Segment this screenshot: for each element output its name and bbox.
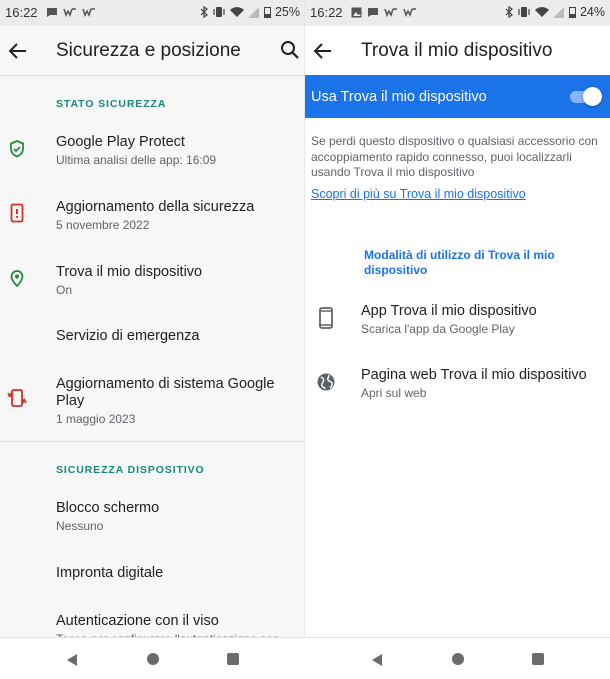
option-subtitle: Scarica l'app da Google Play — [361, 322, 515, 336]
list-item-google-play-protect[interactable]: Google Play Protect Ultima analisi delle… — [0, 124, 305, 182]
message-icon — [368, 8, 378, 17]
item-title: Aggiornamento di sistema Google Play — [56, 376, 275, 409]
battery-icon — [263, 7, 271, 18]
signal-icon — [552, 6, 564, 18]
divider — [0, 441, 305, 442]
usage-section-header: Modalità di utilizzo di Trova il mio dis… — [364, 248, 555, 277]
phone-alert-icon — [10, 203, 24, 223]
smartphone-icon — [319, 307, 333, 329]
nav-home-icon[interactable] — [452, 653, 464, 665]
item-subtitle: Ultima analisi delle app: 16:09 — [56, 153, 217, 167]
wifi-icon — [534, 6, 549, 17]
status-bar: 16:22 24% — [305, 0, 610, 26]
item-subtitle: 1 maggio 2023 — [56, 412, 136, 426]
vibrate-icon — [213, 7, 225, 17]
status-time: 16:22 — [310, 5, 343, 20]
option-title: Pagina web Trova il mio dispositivo — [361, 367, 587, 383]
item-title: Google Play Protect — [56, 134, 185, 150]
carrier-icon — [82, 8, 95, 17]
status-bar: 16:22 25% — [0, 0, 305, 26]
page-title: Sicurezza e posizione — [56, 40, 241, 61]
app-bar: Trova il mio dispositivo — [305, 26, 610, 75]
signal-icon — [247, 6, 259, 18]
location-pin-icon — [10, 270, 24, 288]
use-find-my-device-toggle[interactable]: Usa Trova il mio dispositivo — [305, 75, 610, 118]
carrier-icon — [63, 8, 76, 17]
section-header-stato-sicurezza: STATO SICUREZZA — [56, 98, 167, 110]
bluetooth-icon — [200, 6, 208, 18]
navigation-bar — [0, 637, 305, 679]
description-text: Se perdi questo dispositivo o qualsiasi … — [311, 134, 598, 179]
vibrate-icon — [518, 7, 530, 17]
item-subtitle: Nessuno — [56, 519, 104, 533]
bluetooth-icon — [505, 6, 513, 18]
carrier-icon — [403, 8, 416, 17]
nav-recents-icon[interactable] — [532, 653, 544, 665]
system-update-icon — [7, 389, 27, 407]
nav-home-icon[interactable] — [147, 653, 159, 665]
battery-percent: 25% — [274, 5, 300, 19]
security-location-screen: 16:22 25% Sicurezza e posizione STATO SI… — [0, 0, 305, 679]
nav-back-icon[interactable] — [370, 653, 384, 667]
message-icon — [47, 8, 57, 17]
section-header-sicurezza-dispositivo: SICUREZZA DISPOSITIVO — [56, 464, 205, 476]
find-my-device-screen: 16:22 24% Trova il mio dispositivo Usa T… — [305, 0, 610, 679]
navigation-bar — [305, 637, 610, 679]
item-subtitle: On — [56, 283, 73, 297]
battery-icon — [568, 7, 576, 18]
list-item-screen-lock[interactable]: Blocco schermo Nessuno — [0, 490, 305, 548]
globe-icon — [317, 373, 335, 391]
list-item-google-play-system-update[interactable]: Aggiornamento di sistema Google Play 1 m… — [0, 366, 305, 432]
option-find-my-device-web[interactable]: Pagina web Trova il mio dispositivo Apri… — [305, 358, 610, 410]
list-item-fingerprint[interactable]: Impronta digitale — [0, 555, 305, 595]
arrow-back-icon[interactable] — [311, 39, 335, 63]
shield-check-icon — [10, 140, 24, 158]
wifi-icon — [229, 6, 244, 17]
option-subtitle: Apri sul web — [361, 386, 427, 400]
carrier-icon — [384, 8, 397, 17]
page-title: Trova il mio dispositivo — [361, 40, 553, 61]
option-find-my-device-app[interactable]: App Trova il mio dispositivo Scarica l'a… — [305, 294, 610, 346]
status-time: 16:22 — [5, 5, 38, 20]
list-item-emergency-service[interactable]: Servizio di emergenza — [0, 318, 305, 358]
divider — [0, 75, 305, 76]
learn-more-link[interactable]: Scopri di più su Trova il mio dispositiv… — [311, 187, 526, 201]
app-bar: Sicurezza e posizione — [0, 26, 305, 75]
nav-back-icon[interactable] — [65, 653, 79, 667]
nav-recents-icon[interactable] — [227, 653, 239, 665]
item-title: Aggiornamento della sicurezza — [56, 199, 255, 215]
list-item-face-unlock[interactable]: Autenticazione con il viso Tocca per con… — [0, 603, 305, 640]
list-item-security-update[interactable]: Aggiornamento della sicurezza 5 novembre… — [0, 189, 305, 247]
toggle-label: Usa Trova il mio dispositivo — [311, 89, 487, 105]
item-subtitle: 5 novembre 2022 — [56, 218, 150, 232]
option-title: App Trova il mio dispositivo — [361, 303, 537, 319]
item-title: Impronta digitale — [56, 565, 164, 581]
arrow-back-icon[interactable] — [6, 39, 30, 63]
image-icon — [351, 7, 362, 17]
search-icon[interactable] — [279, 39, 301, 61]
toggle-switch[interactable] — [583, 87, 602, 106]
list-item-find-my-device[interactable]: Trova il mio dispositivo On — [0, 254, 305, 312]
item-title: Autenticazione con il viso — [56, 613, 219, 629]
battery-percent: 24% — [579, 5, 605, 19]
item-title: Trova il mio dispositivo — [56, 264, 203, 280]
item-title: Servizio di emergenza — [56, 328, 200, 344]
item-title: Blocco schermo — [56, 500, 160, 516]
